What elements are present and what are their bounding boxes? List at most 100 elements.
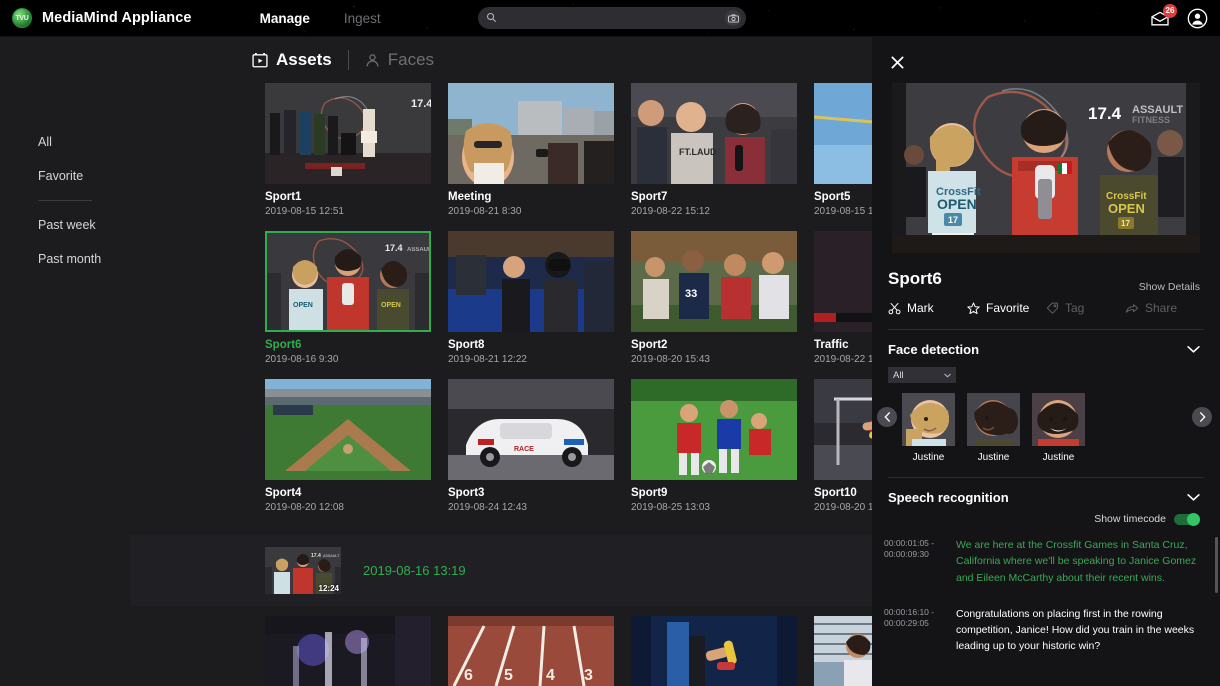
notifications-button[interactable]: 26: [1149, 8, 1171, 30]
asset-preview[interactable]: 17.4 ASSAULT FITNESS CrossFit OPEN 17: [892, 83, 1200, 253]
svg-text:17.4: 17.4: [1088, 104, 1122, 123]
detail-actions: Mark Favorite: [872, 293, 1220, 315]
mark-button[interactable]: Mark: [888, 301, 967, 315]
close-icon[interactable]: [880, 45, 914, 79]
body: All Favorite Past week Past month: [0, 37, 1220, 686]
face-item[interactable]: Justine: [967, 393, 1020, 463]
svg-text:17: 17: [1121, 219, 1130, 228]
speech-recognition-title: Speech recognition: [888, 490, 1009, 505]
face-filter-select[interactable]: All: [888, 367, 956, 383]
asset-title: Sport9: [631, 487, 797, 499]
svg-text:FITNESS: FITNESS: [1132, 115, 1170, 125]
top-bar-actions: 26: [1149, 0, 1208, 37]
tab-assets-label: Assets: [276, 50, 332, 70]
sidebar-item-favorite[interactable]: Favorite: [0, 159, 130, 193]
asset-title: Sport4: [265, 487, 431, 499]
tab-faces[interactable]: Faces: [365, 50, 434, 70]
asset-date: 2019-08-22 11:18: [814, 354, 872, 365]
faces-icon: [365, 53, 380, 68]
face-detection-title: Face detection: [888, 342, 979, 357]
transcript-scrollbar[interactable]: [1215, 537, 1218, 593]
assets-scroll[interactable]: 17.4: [130, 83, 872, 686]
camera-icon[interactable]: [725, 10, 741, 26]
asset-card[interactable]: Sport5 2019-08-15 12:51: [814, 83, 872, 231]
nav-item-manage[interactable]: Manage: [260, 11, 310, 26]
faces-carousel: Justine: [872, 383, 1220, 463]
sidebar-item-all[interactable]: All: [0, 125, 130, 159]
asset-thumbnail: [448, 231, 614, 332]
share-label: Share: [1145, 301, 1177, 315]
asset-date: 2019-08-22 15:12: [631, 206, 797, 217]
asset-date: 2019-08-15 12:51: [265, 206, 431, 217]
asset-title: Sport5: [814, 191, 872, 203]
transcript-row[interactable]: 00:00:01:05 - 00:00:09:30 We are here at…: [884, 537, 1204, 586]
mark-label: Mark: [907, 301, 934, 315]
date-group-thumbnail: 17.4 ASSAULT: [265, 547, 341, 594]
tab-faces-label: Faces: [388, 50, 434, 70]
app-logo: TVU: [12, 8, 32, 28]
date-group-row[interactable]: 17.4 ASSAULT: [130, 535, 872, 606]
asset-card[interactable]: Sport8 2019-08-21 12:22: [448, 231, 614, 379]
account-icon[interactable]: [1186, 8, 1208, 30]
asset-card[interactable]: 17.4: [265, 83, 431, 231]
detail-scroll[interactable]: Sport6 Show Details Mark: [872, 253, 1220, 686]
face-thumbnail: [1032, 393, 1085, 446]
sidebar-item-past-month[interactable]: Past month: [0, 242, 130, 276]
chevron-down-icon[interactable]: [1187, 493, 1200, 502]
asset-card-selected[interactable]: 17.4 ASSAULT OPEN: [265, 231, 431, 379]
asset-card[interactable]: Meeting 2019-08-21 8:30: [448, 83, 614, 231]
asset-thumbnail[interactable]: [814, 616, 872, 686]
assets-grid: 17.4: [130, 83, 872, 527]
chevron-right-icon[interactable]: [1192, 407, 1212, 427]
assets-icon: [252, 52, 268, 68]
share-button[interactable]: Share: [1125, 301, 1204, 315]
face-item[interactable]: Justine: [902, 393, 955, 463]
tab-divider: [348, 50, 349, 70]
asset-thumbnail: 17.4: [265, 83, 431, 184]
asset-title: Sport7: [631, 191, 797, 203]
asset-thumbnail[interactable]: [631, 616, 797, 686]
chevron-down-icon[interactable]: [1187, 345, 1200, 354]
tab-assets[interactable]: Assets: [252, 50, 332, 70]
svg-text:17: 17: [948, 215, 958, 225]
asset-card[interactable]: Sport4 2019-08-20 12:08: [265, 379, 431, 527]
sidebar-item-past-week[interactable]: Past week: [0, 208, 130, 242]
asset-thumbnail: 33: [631, 231, 797, 332]
asset-thumbnail: FT.LAUD: [631, 83, 797, 184]
asset-card[interactable]: Traffic 2019-08-22 11:18: [814, 231, 872, 379]
asset-card[interactable]: 33 Sport2 2019-08-20 15:43: [631, 231, 797, 379]
asset-card[interactable]: Sport9 2019-08-25 13:03: [631, 379, 797, 527]
asset-thumbnail[interactable]: 6 5 4 3: [448, 616, 614, 686]
top-bar: TVU MediaMind Appliance Manage Ingest 26: [0, 0, 1220, 37]
asset-thumbnail[interactable]: [265, 616, 431, 686]
tag-icon: [1046, 302, 1059, 315]
asset-thumbnail: [265, 379, 431, 480]
show-timecode-toggle[interactable]: [1174, 514, 1200, 525]
search-input[interactable]: [478, 12, 746, 24]
chevron-left-icon[interactable]: [877, 407, 897, 427]
favorite-button[interactable]: Favorite: [967, 301, 1046, 315]
asset-card[interactable]: Sport10 2019-08-20 16:08: [814, 379, 872, 527]
favorite-label: Favorite: [986, 301, 1029, 315]
svg-text:5: 5: [504, 667, 513, 684]
asset-title: Sport6: [265, 339, 431, 351]
asset-date: 2019-08-20 12:08: [265, 502, 431, 513]
speech-recognition-header[interactable]: Speech recognition: [872, 478, 1220, 505]
svg-text:17.4: 17.4: [385, 243, 403, 253]
content-area: Assets Faces: [130, 37, 872, 686]
transcript-row[interactable]: 00:00:16:10 - 00:00:29:05 Congratulation…: [884, 606, 1204, 655]
nav-item-ingest[interactable]: Ingest: [344, 11, 381, 26]
search-icon: [486, 12, 497, 23]
assets-grid-next-row: 6 5 4 3: [130, 616, 872, 686]
asset-card[interactable]: RACE Sport3 2019-08-24 12:43: [448, 379, 614, 527]
tag-label: Tag: [1065, 301, 1084, 315]
asset-card[interactable]: FT.LAUD Sport7 2019-08-22 15:12: [631, 83, 797, 231]
logo-text: TVU: [15, 15, 28, 22]
tag-button[interactable]: Tag: [1046, 301, 1125, 315]
face-detection-header[interactable]: Face detection: [872, 330, 1220, 357]
asset-date: 2019-08-21 12:22: [448, 354, 614, 365]
app-root: TVU MediaMind Appliance Manage Ingest 26: [0, 0, 1220, 686]
asset-title: Sport3: [448, 487, 614, 499]
face-item[interactable]: Justine: [1032, 393, 1085, 463]
search-bar[interactable]: [478, 7, 746, 29]
